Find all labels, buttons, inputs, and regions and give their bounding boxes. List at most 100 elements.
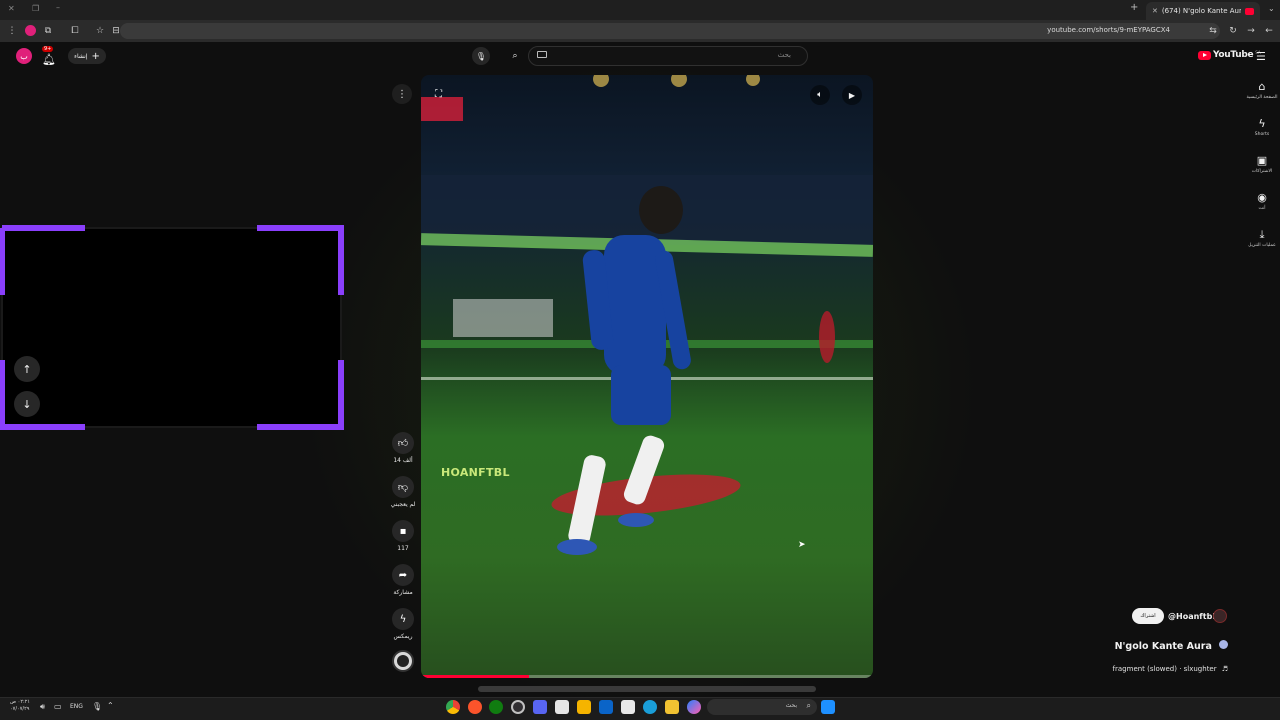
avatar[interactable]: ب [16, 48, 32, 64]
create-button[interactable]: إنشاء + [68, 48, 106, 64]
store-icon[interactable] [621, 700, 635, 714]
subscribe-label: اشتراك [1140, 613, 1156, 619]
chrome-icon[interactable] [446, 700, 460, 714]
show-hidden-icons[interactable]: ⌃ [107, 701, 114, 710]
verified-icon [1219, 640, 1228, 649]
sidebar-item-label: عمليات التنزيل [1248, 243, 1276, 248]
start-button[interactable] [821, 700, 835, 714]
home-icon: ⌂ [1258, 80, 1266, 93]
tab-list-icon[interactable]: ⌄ [1268, 4, 1275, 13]
comment-icon: ▪ [399, 525, 407, 537]
discord-icon[interactable] [533, 700, 547, 714]
avatar-letter: ب [20, 51, 28, 61]
overlay-frame-graphic [0, 225, 344, 430]
music-info: fragment (slowed) · slxughter [1112, 665, 1217, 673]
clock[interactable]: ٠٢:٢١ ص ٠٧/٠٧/٢٩ [10, 699, 30, 713]
sidebar-item-subscriptions[interactable]: ▣ الاشتراكات [1244, 154, 1280, 174]
arrow-up-icon: ↑ [22, 362, 32, 376]
menu-dots-icon[interactable]: ⋮ [6, 25, 18, 37]
like-button[interactable]: 👍︎ [392, 432, 414, 454]
subscribe-button[interactable]: اشتراك [1132, 608, 1164, 624]
share-label: مشاركة [393, 589, 413, 596]
voice-search-button[interactable]: 🎙︎ [472, 47, 490, 65]
notifications-button[interactable]: 🔔︎ 9+ [42, 46, 60, 66]
new-tab-button[interactable]: + [1130, 2, 1138, 13]
remix-button[interactable]: ϟ [392, 608, 414, 630]
overlay-frame [0, 225, 345, 430]
clock-time: ٠٢:٢١ ص [10, 699, 31, 705]
channel-handle[interactable]: @Hoanftbl [1168, 612, 1215, 621]
address-bar[interactable]: youtube.com/shorts/9-mEYPAGCX4 [120, 23, 1220, 39]
obs-icon[interactable] [511, 700, 525, 714]
extensions-icon[interactable]: ⧉ [42, 25, 54, 37]
more-options-button[interactable]: ⋮ [392, 84, 412, 104]
photos-icon[interactable] [577, 700, 591, 714]
next-short-button[interactable]: ↓ [14, 391, 40, 417]
thumbs-up-icon: 👍︎ [397, 438, 409, 449]
comments-button[interactable]: ▪ [392, 520, 414, 542]
like-count: 14 ألف [393, 457, 413, 464]
youtube-logo-text: YouTube [1213, 50, 1254, 60]
play-button[interactable]: ▶ [842, 85, 862, 105]
mic-tray-icon[interactable]: 🎙︎ [92, 702, 102, 711]
music-note-icon: ♬ [1221, 665, 1228, 673]
previous-short-button[interactable]: ↑ [14, 356, 40, 382]
restore-window-icon[interactable]: ❐ [32, 4, 39, 13]
create-label: إنشاء [74, 52, 88, 60]
brave-icon[interactable] [468, 700, 482, 714]
forward-icon[interactable]: ← [1263, 25, 1275, 37]
channel-logo-icon [397, 655, 409, 667]
volume-tray-icon[interactable]: 🔊︎ [40, 702, 45, 712]
profile-icon[interactable] [25, 25, 36, 36]
reload-icon[interactable]: ↻ [1227, 25, 1239, 37]
tab-close-icon[interactable]: ✕ [1152, 7, 1158, 15]
network-tray-icon[interactable]: ▭ [54, 702, 62, 711]
capture-icon[interactable] [555, 700, 569, 714]
keyboard-icon [537, 51, 547, 58]
back-icon[interactable]: → [1245, 25, 1257, 37]
music-row[interactable]: fragment (slowed) · slxughter ♬ [1040, 656, 1228, 675]
xbox-icon[interactable] [489, 700, 503, 714]
search-button[interactable]: ⌕ [506, 47, 524, 65]
shorts-icon: ϟ [1258, 117, 1266, 130]
sidebar-item-shorts[interactable]: ϟ Shorts [1244, 117, 1280, 137]
url-text: youtube.com/shorts/9-mEYPAGCX4 [1047, 26, 1170, 34]
tab-title: (674) N'golo Kante Aura ◉ - Y [1161, 7, 1242, 15]
short-video-player[interactable]: ⛶ 🔈︎ ▶ HOANFTBL [421, 75, 873, 678]
extension-puzzle-icon[interactable]: ⧠ [69, 25, 81, 37]
sound-avatar[interactable] [392, 650, 414, 672]
edge-icon[interactable] [643, 700, 657, 714]
close-window-icon[interactable]: ✕ [8, 4, 15, 13]
hamburger-menu-icon[interactable]: ☰ [1256, 50, 1266, 63]
language-indicator[interactable]: ENG [70, 703, 83, 710]
video-frame [421, 75, 873, 555]
file-explorer-icon[interactable] [665, 700, 679, 714]
sidebar-item-you[interactable]: ◉ أنت [1244, 191, 1280, 211]
thumbs-down-icon: 👎︎ [397, 482, 409, 493]
plus-icon: + [91, 50, 100, 62]
bookmark-star-icon[interactable]: ☆ [94, 25, 106, 37]
mail-icon[interactable] [599, 700, 613, 714]
tab-active[interactable]: ✕ (674) N'golo Kante Aura ◉ - Y [1146, 2, 1260, 20]
site-info-icon[interactable]: ⊟ [110, 25, 122, 37]
mute-button[interactable]: 🔈︎ [810, 85, 830, 105]
search-icon: ⌕ [512, 51, 518, 61]
sidebar-item-downloads[interactable]: ⤓ عمليات التنزيل [1244, 228, 1280, 248]
share-button[interactable]: ➦ [392, 564, 414, 586]
taskbar-search[interactable]: بحث ⌕ [707, 699, 817, 715]
more-vertical-icon: ⋮ [397, 88, 407, 100]
sidebar-item-home[interactable]: ⌂ الصفحة الرئيسية [1244, 80, 1280, 100]
dislike-button[interactable]: 👎︎ [392, 476, 414, 498]
video-progress-track[interactable] [421, 675, 873, 678]
fullscreen-icon[interactable]: ⛶ [435, 89, 442, 100]
channel-avatar[interactable] [1213, 609, 1227, 623]
minimize-window-icon[interactable]: – [56, 3, 60, 12]
translate-icon[interactable]: ⇆ [1207, 25, 1219, 37]
taskbar-search-icon: ⌕ [806, 701, 811, 710]
video-progress-fill [421, 675, 530, 678]
windows-taskbar [0, 697, 1280, 720]
short-title[interactable]: N'golo Kante Aura [1115, 641, 1212, 652]
search-placeholder: بحث [777, 51, 791, 59]
youtube-logo[interactable]: YouTube SA [1198, 50, 1261, 60]
copilot-icon[interactable] [687, 700, 701, 714]
